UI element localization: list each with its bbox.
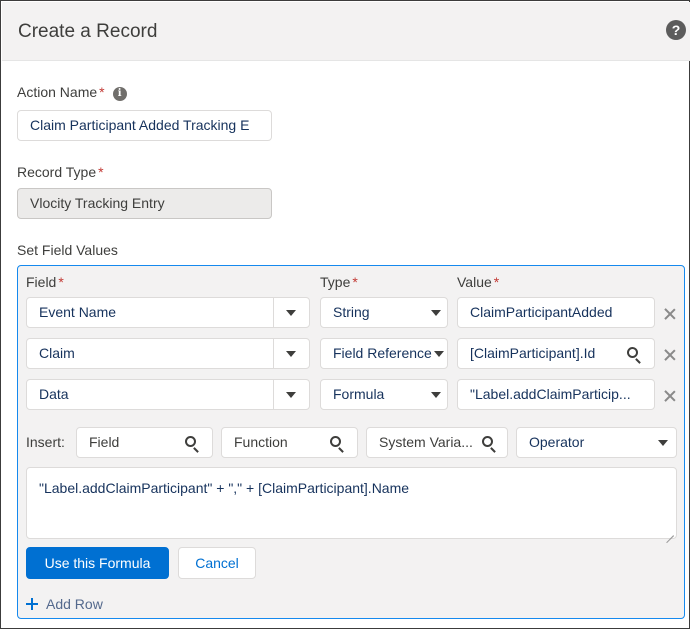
dialog-header: Create a Record ?	[2, 2, 690, 61]
type-column-header-text: Type	[320, 274, 351, 290]
record-type-input: Vlocity Tracking Entry	[17, 188, 272, 219]
combobox-divider	[273, 339, 274, 368]
add-row-link[interactable]: Add Row	[26, 596, 103, 612]
type-select[interactable]: Field Reference	[320, 338, 448, 369]
field-value: Claim	[39, 345, 75, 361]
help-icon[interactable]: ?	[666, 20, 686, 40]
insert-operator-select[interactable]: Operator	[516, 427, 677, 458]
type-select[interactable]: String	[320, 297, 448, 328]
set-field-values-label: Set Field Values	[17, 242, 118, 258]
chevron-down-icon	[434, 351, 444, 357]
remove-row-icon[interactable]	[664, 390, 676, 402]
action-name-label: Action Name * i	[17, 84, 127, 101]
value-column-header-text: Value	[457, 274, 492, 290]
insert-function-search[interactable]: Function	[221, 427, 358, 458]
search-icon	[185, 436, 196, 447]
action-name-label-text: Action Name	[17, 84, 98, 100]
chevron-down-icon[interactable]	[286, 392, 296, 398]
type-column-header: Type *	[320, 274, 358, 290]
search-icon	[330, 436, 341, 447]
use-formula-button[interactable]: Use this Formula	[26, 547, 169, 579]
create-record-dialog: Create a Record ? Action Name * i Claim Pa…	[0, 0, 690, 629]
value-input[interactable]: "Label.addClaimParticip...	[457, 379, 655, 410]
insert-system-variable-placeholder: System Varia...	[379, 434, 473, 450]
insert-field-search[interactable]: Field	[76, 427, 213, 458]
field-combobox[interactable]: Claim	[26, 338, 310, 369]
field-value: Data	[39, 386, 69, 402]
field-combobox[interactable]: Data	[26, 379, 310, 410]
type-value: String	[333, 304, 370, 320]
type-select[interactable]: Formula	[320, 379, 448, 410]
combobox-divider	[273, 298, 274, 327]
value-text: [ClaimParticipant].Id	[470, 345, 596, 361]
search-icon	[482, 436, 493, 447]
required-mark: *	[493, 274, 500, 290]
combobox-divider	[273, 380, 274, 409]
chevron-down-icon	[431, 310, 441, 316]
resize-handle-icon[interactable]	[666, 528, 674, 536]
value-lookup-input[interactable]: [ClaimParticipant].Id	[457, 338, 655, 369]
required-mark: *	[58, 274, 64, 290]
chevron-down-icon	[658, 440, 668, 446]
add-row-label: Add Row	[46, 596, 103, 612]
field-column-header-text: Field	[26, 274, 57, 290]
field-column-header: Field *	[26, 274, 64, 290]
chevron-down-icon[interactable]	[286, 310, 296, 316]
field-combobox[interactable]: Event Name	[26, 297, 310, 328]
record-type-label: Record Type *	[17, 164, 104, 180]
type-value: Formula	[333, 386, 385, 402]
chevron-down-icon[interactable]	[286, 351, 296, 357]
value-column-header: Value *	[457, 274, 499, 290]
formula-text: "Label.addClaimParticipant" + "," + [Cla…	[39, 480, 410, 496]
plus-icon	[26, 598, 38, 610]
type-value: Field Reference	[333, 345, 432, 361]
action-name-input[interactable]: Claim Participant Added Tracking E	[17, 110, 272, 141]
insert-system-variable-search[interactable]: System Varia...	[366, 427, 508, 458]
set-field-values-panel: Field * Type * Value * Event Name String Cl…	[17, 265, 685, 619]
value-input[interactable]: ClaimParticipantAdded	[457, 297, 655, 328]
insert-function-placeholder: Function	[234, 434, 288, 450]
cancel-button[interactable]: Cancel	[178, 547, 256, 579]
search-icon	[627, 347, 638, 358]
formula-textarea[interactable]: "Label.addClaimParticipant" + "," + [Cla…	[26, 467, 677, 539]
operator-value: Operator	[529, 434, 585, 450]
required-mark: *	[352, 274, 358, 290]
record-type-label-text: Record Type	[17, 164, 97, 180]
remove-row-icon[interactable]	[664, 308, 676, 320]
required-mark: *	[99, 84, 105, 100]
required-mark: *	[98, 164, 104, 180]
insert-label: Insert:	[26, 434, 65, 450]
remove-row-icon[interactable]	[664, 349, 676, 361]
chevron-down-icon	[431, 392, 441, 398]
field-value: Event Name	[39, 304, 117, 320]
info-icon[interactable]: i	[112, 87, 127, 101]
dialog-title: Create a Record	[18, 21, 158, 42]
insert-field-placeholder: Field	[89, 434, 120, 450]
